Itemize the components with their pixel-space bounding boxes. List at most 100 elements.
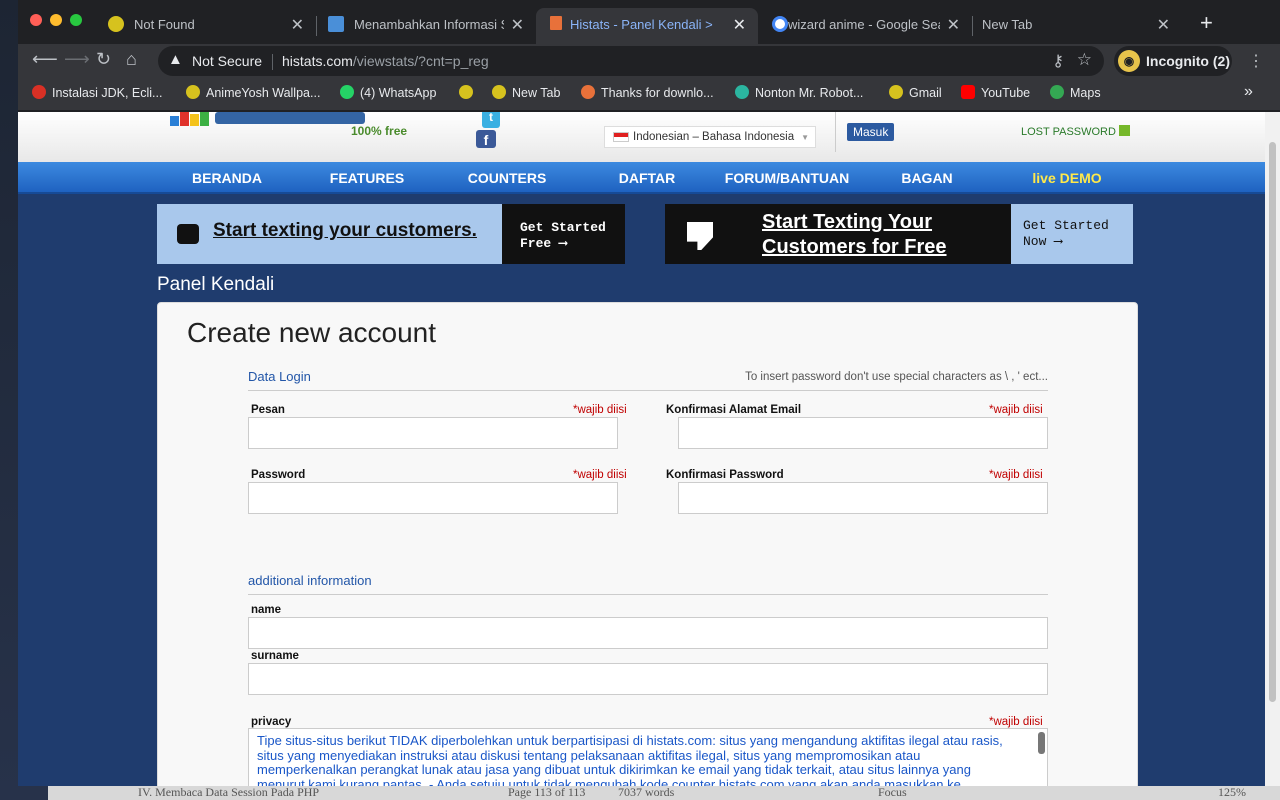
close-window-button[interactable] xyxy=(30,14,42,26)
bookmark-label: YouTube xyxy=(981,86,1031,100)
bookmark-item[interactable]: Nonton Mr. Robot... xyxy=(735,85,863,100)
tab-histats[interactable]: Histats - Panel Kendali > ✕ xyxy=(536,8,758,44)
page-scrollbar[interactable] xyxy=(1265,112,1280,786)
close-tab-icon[interactable]: ✕ xyxy=(511,15,524,35)
browser-window: Not Found ✕ Menambahkan Informasi Sessio… xyxy=(18,0,1280,786)
ad-headline-line: Start Texting Your xyxy=(762,211,933,233)
privacy-text: Tipe situs-situs berikut TIDAK diperbole… xyxy=(257,733,1003,786)
minimize-window-button[interactable] xyxy=(50,14,62,26)
menu-dots-icon[interactable]: ⋮ xyxy=(1248,51,1264,71)
forward-arrow-icon[interactable]: ⟶ xyxy=(64,49,90,70)
bookmark-icon xyxy=(186,85,200,99)
star-icon[interactable]: ☆ xyxy=(1077,50,1092,70)
incognito-button[interactable]: ◉ Incognito (2) xyxy=(1114,46,1232,76)
youtube-icon xyxy=(961,85,975,99)
confirm-email-input[interactable] xyxy=(678,417,1048,449)
edit-icon xyxy=(1118,125,1130,136)
bookmark-item[interactable]: New Tab xyxy=(492,85,560,100)
address-bar[interactable]: ▲ Not Secure histats.com/viewstats/?cnt=… xyxy=(158,46,1104,76)
url-text: histats.com/viewstats/?cnt=p_reg xyxy=(282,53,489,69)
chevron-down-icon: ▼ xyxy=(801,133,809,142)
globe-icon xyxy=(492,85,506,99)
bookmark-item[interactable]: Thanks for downlo... xyxy=(581,85,714,100)
required-marker: *wajib diisi xyxy=(573,469,627,481)
textarea-scrollbar[interactable] xyxy=(1038,732,1045,754)
bookmark-item[interactable]: (4) WhatsApp xyxy=(340,85,436,100)
word-status-bar: IV. Membaca Data Session Pada PHP Page 1… xyxy=(48,786,1280,800)
tab-title: wizard anime - Google Search xyxy=(788,17,940,32)
close-tab-icon[interactable]: ✕ xyxy=(733,15,746,35)
registration-card: Create new account Data Login To insert … xyxy=(157,302,1138,786)
tab-new-tab[interactable]: New Tab ✕ xyxy=(972,8,1182,44)
bookmark-item[interactable]: AnimeYosh Wallpa... xyxy=(186,85,320,100)
twitter-icon[interactable]: t xyxy=(482,112,500,128)
name-input[interactable] xyxy=(248,617,1048,649)
globe-icon xyxy=(108,16,124,32)
scrollbar-thumb[interactable] xyxy=(1269,142,1276,702)
bookmark-label: Gmail xyxy=(909,86,942,100)
close-tab-icon[interactable]: ✕ xyxy=(1157,15,1170,35)
zoom-window-button[interactable] xyxy=(70,14,82,26)
required-marker: *wajib diisi xyxy=(989,716,1043,728)
nav-daftar[interactable]: DAFTAR xyxy=(577,170,717,186)
tab-strip: Not Found ✕ Menambahkan Informasi Sessio… xyxy=(18,0,1280,44)
incognito-icon: ◉ xyxy=(1118,50,1140,72)
nav-live-demo[interactable]: live DEMO xyxy=(997,170,1137,186)
bookmark-item[interactable]: Maps xyxy=(1050,85,1101,100)
password-note: To insert password don't use special cha… xyxy=(745,371,1048,383)
section-additional-info: additional information xyxy=(248,571,1048,595)
tab-not-found[interactable]: Not Found ✕ xyxy=(94,8,316,44)
language-select[interactable]: Indonesian – Bahasa Indonesia ▼ xyxy=(604,126,816,148)
bookmark-label: Thanks for downlo... xyxy=(601,86,714,100)
tab-google-search[interactable]: wizard anime - Google Search ✕ xyxy=(758,8,972,44)
privacy-textarea[interactable]: Tipe situs-situs berikut TIDAK diperbole… xyxy=(248,728,1048,786)
page-title: Panel Kendali xyxy=(157,274,275,295)
field-label: surname xyxy=(251,650,299,662)
new-tab-button[interactable]: + xyxy=(1200,10,1213,36)
nav-bagan[interactable]: BAGAN xyxy=(857,170,997,186)
section-data-login: Data Login To insert password don't use … xyxy=(248,367,1048,391)
react-icon xyxy=(735,85,749,99)
bookmark-item[interactable]: Gmail xyxy=(889,85,942,100)
nav-forum[interactable]: FORUM/BANTUAN xyxy=(717,170,857,186)
close-tab-icon[interactable]: ✕ xyxy=(947,15,960,35)
close-tab-icon[interactable]: ✕ xyxy=(291,15,304,35)
main-nav: BERANDA FEATURES COUNTERS DAFTAR FORUM/B… xyxy=(18,162,1265,194)
chevron-right-icon[interactable]: » xyxy=(1244,83,1253,101)
field-label: name xyxy=(251,604,282,616)
page-info: Page 113 of 113 xyxy=(508,786,586,799)
nav-features[interactable]: FEATURES xyxy=(297,170,437,186)
reload-icon[interactable]: ↻ xyxy=(96,49,111,70)
confirm-password-input[interactable] xyxy=(678,482,1048,514)
pesan-input[interactable] xyxy=(248,417,618,449)
lost-password-link[interactable]: LOST PASSWORD xyxy=(1021,125,1130,138)
ad-banner-1[interactable]: Start texting your customers. Get Starte… xyxy=(157,204,625,264)
key-icon[interactable]: ⚷ xyxy=(1052,51,1064,71)
back-arrow-icon[interactable]: ⟵ xyxy=(32,49,58,70)
tab-title: Histats - Panel Kendali > xyxy=(570,17,713,32)
nav-counters[interactable]: COUNTERS xyxy=(437,170,577,186)
home-icon[interactable]: ⌂ xyxy=(126,49,137,70)
ad-cta-button[interactable]: Get Started Now ⟶ xyxy=(1011,204,1133,264)
ad-cta-line: Now ⟶ xyxy=(1023,234,1063,249)
field-label: Konfirmasi Password xyxy=(666,469,784,481)
language-label: Indonesian – Bahasa Indonesia xyxy=(633,131,795,143)
facebook-icon[interactable]: f xyxy=(476,130,496,148)
bookmark-item[interactable]: Instalasi JDK, Ecli... xyxy=(32,85,162,100)
tab-title: New Tab xyxy=(982,17,1033,32)
field-label: Pesan xyxy=(251,404,285,416)
bookmark-label: AnimeYosh Wallpa... xyxy=(206,86,321,100)
tab-session-info[interactable]: Menambahkan Informasi Session ✕ xyxy=(314,8,536,44)
doc-title: IV. Membaca Data Session Pada PHP xyxy=(138,786,320,799)
incognito-label: Incognito (2) xyxy=(1146,53,1230,69)
tab-title: Menambahkan Informasi Session xyxy=(354,17,504,32)
password-input[interactable] xyxy=(248,482,618,514)
login-button[interactable]: Masuk xyxy=(847,123,895,141)
bookmark-item[interactable] xyxy=(459,85,479,100)
nav-beranda[interactable]: BERANDA xyxy=(157,170,297,186)
ad-banner-2[interactable]: Start Texting Your Customers for Free Get… xyxy=(665,204,1133,264)
field-label: privacy xyxy=(251,716,292,728)
ad-cta-button[interactable]: Get Started Free ⟶ xyxy=(502,204,625,264)
surname-input[interactable] xyxy=(248,663,1048,695)
bookmark-item[interactable]: YouTube xyxy=(961,85,1030,100)
